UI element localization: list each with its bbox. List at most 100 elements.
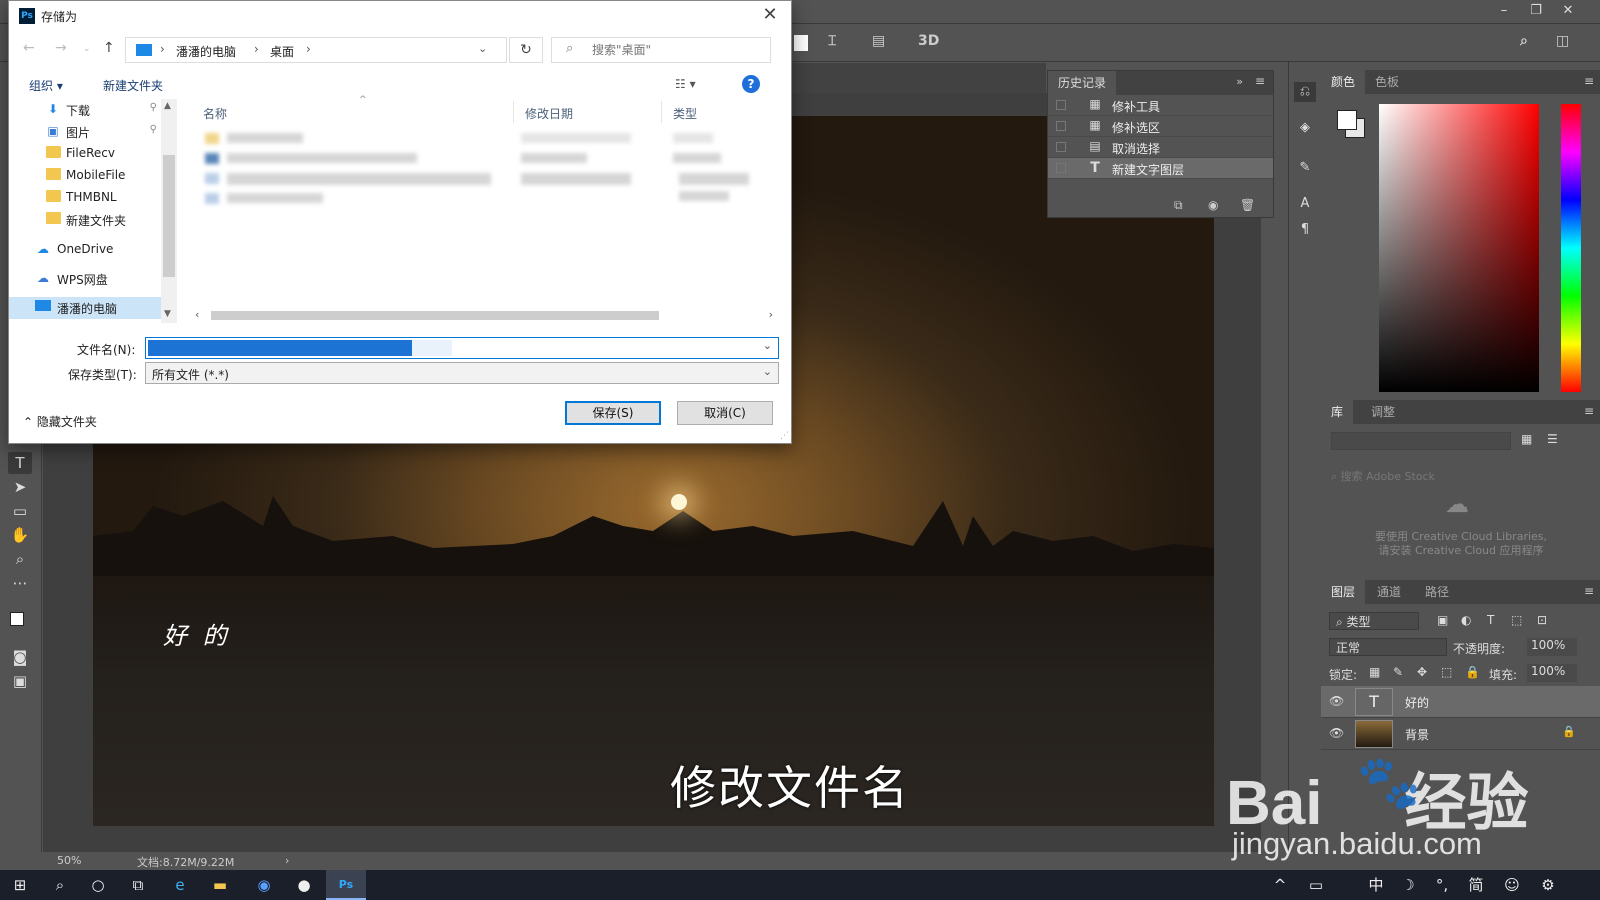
- zoom-tool-icon[interactable]: ⌕: [8, 548, 32, 570]
- scrollbar-thumb[interactable]: [163, 155, 175, 277]
- refresh-button[interactable]: ↻: [509, 37, 543, 63]
- tab-color[interactable]: 颜色: [1321, 70, 1366, 94]
- chevron-up-icon[interactable]: ▲: [164, 101, 171, 111]
- adjustment-filter-icon[interactable]: ◐: [1461, 613, 1471, 627]
- lock-pixels-icon[interactable]: ✎: [1393, 665, 1403, 679]
- history-item[interactable]: ▦ 修补选区: [1048, 116, 1273, 137]
- opacity-input[interactable]: 100%: [1527, 638, 1577, 656]
- color-picker-field[interactable]: [1379, 104, 1539, 392]
- 3d-button[interactable]: 3D: [918, 33, 939, 53]
- tab-layers[interactable]: 图层: [1321, 580, 1366, 604]
- library-dropdown[interactable]: [1331, 432, 1511, 450]
- history-item[interactable]: ▦ 修补工具: [1048, 95, 1273, 116]
- file-row-blurred[interactable]: [191, 189, 771, 207]
- color-swatch[interactable]: [794, 35, 808, 51]
- trash-icon[interactable]: 🗑: [1240, 198, 1255, 212]
- blend-mode-dropdown[interactable]: 正常: [1329, 638, 1447, 656]
- column-divider[interactable]: [513, 101, 514, 123]
- filename-input[interactable]: [152, 340, 732, 356]
- help-icon[interactable]: ?: [742, 75, 760, 93]
- nav-item-pictures[interactable]: ▣ 图片 ⚲: [9, 121, 161, 143]
- type-tool-icon[interactable]: T: [8, 452, 32, 474]
- chevron-down-icon[interactable]: ▼: [164, 309, 171, 319]
- scrollbar-thumb[interactable]: [211, 311, 659, 320]
- shape-filter-icon[interactable]: ⬚: [1511, 613, 1522, 627]
- address-bar[interactable]: › 潘潘的电脑 › 桌面 › ⌄: [125, 37, 507, 63]
- snapshot-checkbox[interactable]: [1056, 121, 1066, 131]
- layer-row[interactable]: 👁 背景 🔒: [1321, 718, 1600, 750]
- paragraph-icon[interactable]: ¶: [1294, 220, 1316, 240]
- camera-icon[interactable]: ◉: [1208, 198, 1218, 212]
- browser-icon[interactable]: ◉: [244, 870, 284, 900]
- panel-menu-icon[interactable]: ≡: [1255, 74, 1265, 88]
- chevron-up-icon[interactable]: ^: [1260, 870, 1300, 900]
- history-item[interactable]: T 新建文字图层: [1048, 158, 1273, 179]
- nav-item-thmbnl[interactable]: THMBNL: [9, 187, 161, 209]
- nav-item-filerecv[interactable]: FileRecv: [9, 143, 161, 165]
- simplified-icon[interactable]: 简: [1456, 870, 1496, 900]
- layer-filter-dropdown[interactable]: ⌕ 类型: [1329, 612, 1419, 630]
- forward-arrow-icon[interactable]: →: [55, 40, 67, 56]
- restore-button[interactable]: ❐: [1520, 0, 1552, 24]
- new-folder-button[interactable]: 新建文件夹: [103, 77, 163, 94]
- pin-icon[interactable]: ⚲: [150, 102, 157, 113]
- foreground-color-swatch[interactable]: [1337, 110, 1357, 130]
- fill-input[interactable]: 100%: [1527, 664, 1577, 682]
- brush-settings-icon[interactable]: ✎: [1294, 158, 1316, 178]
- path-selection-icon[interactable]: ➤: [8, 476, 32, 498]
- list-view-icon[interactable]: ☰: [1547, 432, 1558, 446]
- lock-all-icon[interactable]: 🔒: [1465, 665, 1480, 679]
- qq-icon[interactable]: ●: [284, 870, 324, 900]
- task-view-icon[interactable]: ⧉: [118, 870, 158, 900]
- tab-history[interactable]: 历史记录: [1048, 71, 1117, 95]
- panel-menu-icon[interactable]: ≡: [1584, 74, 1594, 88]
- layer-row[interactable]: 👁 T 好的: [1321, 686, 1600, 718]
- tab-adjustments[interactable]: 调整: [1361, 400, 1405, 424]
- tab-channels[interactable]: 通道: [1367, 580, 1411, 604]
- new-document-from-state-icon[interactable]: ⧉: [1174, 198, 1183, 213]
- panel-menu-icon[interactable]: ≡: [1584, 404, 1594, 418]
- character-icon[interactable]: A: [1294, 194, 1316, 214]
- nav-item-downloads[interactable]: ⬇ 下载 ⚲: [9, 99, 161, 121]
- chevron-right-icon[interactable]: ›: [160, 42, 165, 56]
- chevron-right-icon[interactable]: ›: [285, 854, 289, 867]
- tab-swatches[interactable]: 色板: [1365, 70, 1409, 94]
- snapshot-checkbox[interactable]: [1056, 142, 1066, 152]
- eye-icon[interactable]: 👁: [1329, 694, 1344, 708]
- horizontal-scrollbar[interactable]: ‹ ›: [191, 307, 773, 323]
- chevron-down-icon[interactable]: ⌄: [763, 365, 772, 378]
- nav-item-wps-drive[interactable]: ☁ WPS网盘: [9, 268, 161, 290]
- network-icon[interactable]: ▭: [1296, 870, 1336, 900]
- search-input[interactable]: [592, 41, 762, 59]
- lock-transparency-icon[interactable]: ▦: [1369, 665, 1380, 679]
- file-row-blurred[interactable]: [191, 169, 771, 187]
- panel-menu-icon[interactable]: ≡: [1584, 584, 1594, 598]
- edge-browser-icon[interactable]: e: [160, 870, 200, 900]
- type-filter-icon[interactable]: T: [1487, 613, 1494, 627]
- foreground-background-color[interactable]: [8, 610, 34, 636]
- rectangle-tool-icon[interactable]: ▭: [8, 500, 32, 522]
- properties-icon[interactable]: ◈: [1294, 118, 1316, 138]
- filename-field[interactable]: ⌄: [145, 337, 779, 359]
- collapse-icon[interactable]: »: [1236, 75, 1243, 88]
- snapshot-checkbox[interactable]: [1056, 163, 1066, 173]
- save-button[interactable]: 保存(S): [565, 401, 661, 425]
- more-tools-icon[interactable]: ⋯: [8, 572, 32, 594]
- eye-icon[interactable]: 👁: [1329, 726, 1344, 740]
- canvas-text-layer[interactable]: 好 的: [163, 616, 231, 651]
- resize-grip-icon[interactable]: ⋰: [780, 431, 789, 441]
- recent-locations-icon[interactable]: ⌄: [83, 44, 91, 54]
- close-button[interactable]: ✕: [1552, 0, 1584, 24]
- lock-artboard-icon[interactable]: ⬚: [1441, 665, 1452, 679]
- gear-icon[interactable]: ⚙: [1528, 870, 1568, 900]
- column-header-date[interactable]: 修改日期: [525, 105, 573, 122]
- view-options-icon[interactable]: ☷ ▾: [675, 77, 696, 91]
- history-item[interactable]: ▤ 取消选择: [1048, 137, 1273, 158]
- photoshop-taskbar-icon[interactable]: Ps: [326, 870, 366, 900]
- minimize-button[interactable]: –: [1488, 0, 1520, 24]
- chevron-right-icon[interactable]: ›: [254, 42, 259, 56]
- close-icon[interactable]: ✕: [759, 4, 781, 25]
- stock-search-input[interactable]: ⌕ 搜索 Adobe Stock: [1331, 468, 1586, 486]
- file-row-blurred[interactable]: [191, 129, 771, 147]
- lock-position-icon[interactable]: ✥: [1417, 665, 1427, 679]
